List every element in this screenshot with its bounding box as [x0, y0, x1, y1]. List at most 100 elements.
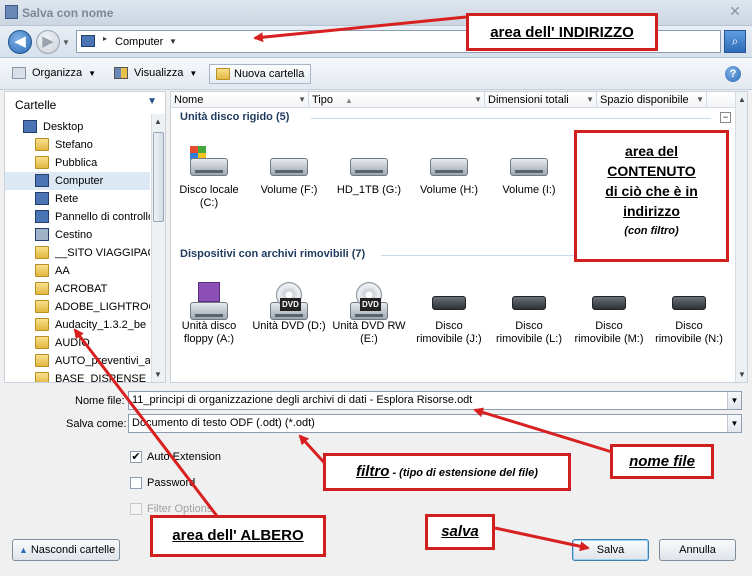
- dvd-badge: DVD: [360, 298, 381, 311]
- filename-input[interactable]: 11_principi di organizzazione degli arch…: [128, 391, 742, 410]
- chevron-down-icon[interactable]: ▼: [696, 92, 704, 108]
- auto-extension-checkbox[interactable]: ✔: [130, 451, 142, 463]
- drive-item[interactable]: DVD Unità DVD (D:): [249, 280, 329, 333]
- network-icon: [35, 192, 49, 205]
- chevron-down-icon[interactable]: ▼: [298, 92, 306, 108]
- folder-icon: [35, 318, 49, 331]
- column-name[interactable]: Nome ▼: [171, 92, 309, 108]
- removable-disk-icon: [586, 280, 632, 320]
- tree-item[interactable]: Stefano: [5, 136, 150, 154]
- group-hard-disks-title[interactable]: Unità disco rigido (5): [180, 111, 289, 123]
- column-total-size[interactable]: Dimensioni totali ▼: [485, 92, 597, 108]
- dvd-icon: DVD: [346, 280, 392, 320]
- drive-label-line2: (C:): [199, 197, 219, 209]
- annotation-content-line1: area del: [625, 143, 678, 159]
- annotation-save-text: salva: [441, 523, 479, 540]
- save-button[interactable]: Salva: [572, 539, 649, 561]
- desktop-icon: [23, 120, 37, 133]
- chevron-down-icon[interactable]: ▼: [727, 415, 741, 432]
- chevron-down-icon: ▼: [88, 69, 97, 78]
- tree-item[interactable]: __SITO VIAGGIPAC: [5, 244, 150, 262]
- back-button[interactable]: ◀: [8, 30, 32, 54]
- drive-item[interactable]: Disco rimovibile (M:): [569, 280, 649, 346]
- drive-label: Unità DVD RW: [332, 320, 406, 332]
- chevron-down-icon[interactable]: ▼: [727, 392, 741, 409]
- scroll-down-icon[interactable]: ▼: [154, 370, 162, 379]
- folder-icon: [35, 336, 49, 349]
- content-scrollbar[interactable]: ▲ ▼: [735, 92, 747, 382]
- annotation-save: salva: [425, 514, 495, 550]
- forward-button[interactable]: ▶: [36, 30, 60, 54]
- tree-item[interactable]: BASE_DISPENSE_S: [5, 370, 150, 382]
- organize-label: Organizza: [32, 67, 83, 79]
- new-folder-button[interactable]: Nuova cartella: [209, 64, 312, 84]
- organize-button[interactable]: Organizza ▼: [12, 64, 96, 84]
- tree-item[interactable]: Cestino: [5, 226, 150, 244]
- sort-ascending-icon: ▲: [345, 96, 353, 105]
- drive-item[interactable]: Disco rimovibile (L:): [489, 280, 569, 346]
- dvd-icon: DVD: [266, 280, 312, 320]
- computer-icon: [81, 35, 95, 47]
- drive-item[interactable]: Volume (H:): [409, 144, 489, 197]
- password-label[interactable]: Password: [147, 477, 195, 489]
- hide-folders-button[interactable]: ▲ Nascondi cartelle: [12, 539, 120, 561]
- tree-item-label: AUTO_preventivi_a: [55, 355, 150, 367]
- breadcrumb-separator-icon[interactable]: ▸: [103, 34, 107, 43]
- tree-item[interactable]: ACROBAT: [5, 280, 150, 298]
- tree-header[interactable]: Cartelle: [15, 98, 56, 112]
- breadcrumb-computer[interactable]: Computer: [115, 36, 163, 48]
- recent-pages-dropdown-icon[interactable]: ▼: [62, 38, 70, 47]
- tree-item[interactable]: Pubblica: [5, 154, 150, 172]
- drive-item[interactable]: Disco locale (C:): [171, 144, 249, 210]
- tree-item[interactable]: Desktop: [5, 118, 150, 136]
- drive-item[interactable]: Disco rimovibile (J:): [409, 280, 489, 346]
- tree-item[interactable]: Computer: [5, 172, 150, 190]
- password-checkbox[interactable]: [130, 477, 142, 489]
- tree-item[interactable]: Rete: [5, 190, 150, 208]
- view-icon: [114, 67, 128, 79]
- drive-item[interactable]: Volume (I:): [489, 144, 569, 197]
- close-icon[interactable]: ✕: [724, 3, 746, 21]
- column-name-label: Nome: [174, 94, 204, 106]
- scroll-up-icon[interactable]: ▲: [154, 117, 162, 126]
- column-type[interactable]: Tipo ▲ ▼: [309, 92, 485, 108]
- search-button[interactable]: ⌕: [724, 30, 746, 53]
- drive-item[interactable]: Volume (F:): [249, 144, 329, 197]
- auto-extension-label[interactable]: Auto Extension: [147, 451, 221, 463]
- group-removable-title[interactable]: Dispositivi con archivi rimovibili (7): [180, 248, 365, 260]
- help-button[interactable]: ?: [725, 66, 741, 82]
- tree-item[interactable]: AUTO_preventivi_a: [5, 352, 150, 370]
- scrollbar-thumb[interactable]: [153, 132, 164, 222]
- folder-tree[interactable]: Cartelle ▼ Desktop Stefano Pubblica Compute…: [4, 91, 166, 383]
- tree-item[interactable]: ADOBE_LIGHTROO: [5, 298, 150, 316]
- cancel-button[interactable]: Annulla: [659, 539, 736, 561]
- app-icon: [5, 5, 18, 19]
- tree-item[interactable]: AA: [5, 262, 150, 280]
- view-button[interactable]: Visualizza ▼: [114, 64, 197, 84]
- folder-icon: [35, 372, 49, 382]
- drive-item[interactable]: HD_1TB (G:): [329, 144, 409, 197]
- scroll-down-icon[interactable]: ▼: [738, 370, 746, 379]
- annotation-filter: filtro - (tipo di estensione del file): [323, 453, 571, 491]
- drive-item[interactable]: Unità disco floppy (A:): [171, 280, 249, 346]
- scroll-up-icon[interactable]: ▲: [738, 95, 746, 104]
- organize-icon: [12, 67, 26, 79]
- tree-item[interactable]: Pannello di controllo: [5, 208, 150, 226]
- chevron-down-icon: ▼: [189, 69, 198, 78]
- drive-item[interactable]: Disco rimovibile (N:): [649, 280, 729, 346]
- filename-value: 11_principi di organizzazione degli arch…: [132, 394, 473, 406]
- tree-item-label: Desktop: [43, 121, 84, 133]
- save-as-type-select[interactable]: Documento di testo ODF (.odt) (*.odt) ▼: [128, 414, 742, 433]
- tree-item[interactable]: AUDIO: [5, 334, 150, 352]
- breadcrumb-dropdown-icon[interactable]: ▼: [169, 37, 177, 46]
- drive-item[interactable]: DVD Unità DVD RW (E:): [329, 280, 409, 346]
- tree-scrollbar[interactable]: ▲ ▼: [151, 114, 165, 382]
- chevron-down-icon[interactable]: ▼: [586, 92, 594, 108]
- drive-label-line2: rimovibile (J:): [416, 333, 482, 345]
- chevron-down-icon[interactable]: ▼: [474, 92, 482, 108]
- collapse-group-icon[interactable]: −: [720, 112, 731, 123]
- chevron-down-icon[interactable]: ▼: [147, 96, 157, 107]
- tree-item[interactable]: Audacity_1.3.2_be: [5, 316, 150, 334]
- save-as-type-label: Salva come:: [66, 418, 127, 430]
- column-free-space[interactable]: Spazio disponibile ▼: [597, 92, 707, 108]
